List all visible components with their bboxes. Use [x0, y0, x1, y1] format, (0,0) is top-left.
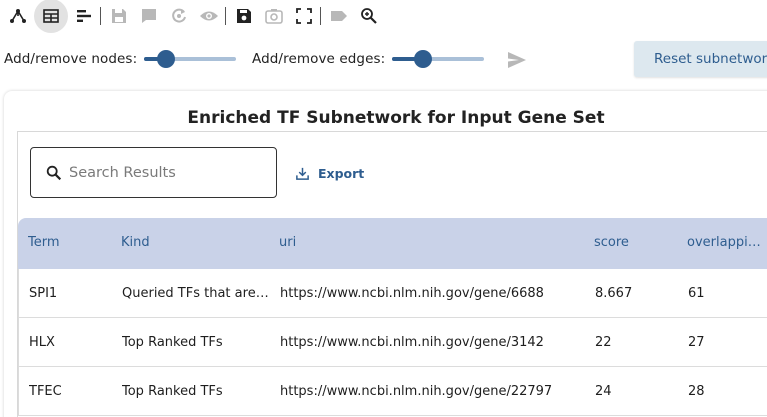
- cell-kind: Queried TFs that are also Top Ranked: [122, 286, 270, 301]
- nodes-slider-label: Add/remove nodes:: [4, 51, 138, 67]
- cell-score: 24: [595, 384, 612, 399]
- toolbar: [0, 0, 767, 33]
- fullscreen-icon: [296, 8, 312, 24]
- cell-uri[interactable]: https://www.ncbi.nlm.nih.gov/gene/22797: [280, 384, 580, 399]
- nodes-slider-thumb[interactable]: [157, 50, 176, 68]
- card-title: Enriched TF Subnetwork for Input Gene Se…: [187, 108, 605, 128]
- save-network-button[interactable]: [105, 2, 133, 30]
- reset-subnetwork-button[interactable]: Reset subnetwork: [634, 41, 767, 77]
- table-header: Term Kind uri score overlapping: [18, 218, 767, 269]
- refresh-icon: [172, 8, 186, 23]
- export-label: Export: [318, 166, 365, 181]
- cell-score: 8.667: [595, 286, 633, 301]
- cell-score: 22: [595, 335, 612, 350]
- table-icon: [43, 9, 59, 23]
- refresh-layout-button[interactable]: [165, 2, 193, 30]
- search-input[interactable]: [69, 164, 269, 181]
- toggle-labels-button[interactable]: [325, 2, 353, 30]
- zoom-icon: [361, 8, 377, 24]
- export-button[interactable]: Export: [295, 166, 364, 181]
- cell-overlapping: 61: [688, 286, 705, 301]
- column-header-overlapping[interactable]: overlapping: [687, 235, 761, 250]
- table-row[interactable]: SPI1 Queried TFs that are also Top Ranke…: [18, 269, 767, 318]
- toggle-visibility-button[interactable]: [195, 2, 223, 30]
- cell-uri[interactable]: https://www.ncbi.nlm.nih.gov/gene/3142: [280, 335, 580, 350]
- eye-icon: [200, 11, 218, 21]
- save-icon: [112, 9, 126, 23]
- network-view-button[interactable]: [4, 2, 32, 30]
- toolbar-divider: [225, 7, 226, 25]
- search-icon: [46, 165, 62, 180]
- send-icon[interactable]: [506, 49, 528, 71]
- edges-slider-label: Add/remove edges:: [252, 51, 386, 67]
- table-row[interactable]: HLX Top Ranked TFs https://www.ncbi.nlm.…: [18, 318, 767, 367]
- comment-icon: [142, 9, 156, 23]
- results-table: Term Kind uri score overlapping SPI1 Que…: [18, 218, 767, 416]
- zoom-button[interactable]: [355, 2, 383, 30]
- cell-term: SPI1: [29, 286, 58, 301]
- toolbar-divider: [320, 7, 321, 25]
- column-header-term[interactable]: Term: [28, 235, 108, 250]
- cell-overlapping: 27: [688, 335, 705, 350]
- bar-chart-view-button[interactable]: [70, 2, 98, 30]
- fullscreen-button[interactable]: [290, 2, 318, 30]
- download-icon: [296, 167, 309, 180]
- edges-slider[interactable]: [392, 57, 484, 61]
- toolbar-divider: [100, 7, 101, 25]
- subnetwork-controls: Add/remove nodes: Add/remove edges: Rese…: [0, 41, 767, 77]
- cell-term: HLX: [29, 335, 55, 350]
- search-box[interactable]: [30, 147, 277, 198]
- comment-button[interactable]: [135, 2, 163, 30]
- cell-overlapping: 28: [688, 384, 705, 399]
- column-header-score[interactable]: score: [594, 235, 674, 250]
- save-icon: [237, 9, 251, 23]
- table-view-button[interactable]: [34, 0, 68, 33]
- column-header-kind[interactable]: Kind: [121, 235, 269, 250]
- cell-kind: Top Ranked TFs: [122, 335, 223, 350]
- network-icon: [10, 9, 26, 23]
- cell-uri[interactable]: https://www.ncbi.nlm.nih.gov/gene/6688: [280, 286, 580, 301]
- camera-icon: [265, 9, 283, 24]
- column-header-uri[interactable]: uri: [279, 235, 579, 250]
- label-icon: [331, 11, 347, 21]
- save-image-button[interactable]: [230, 2, 258, 30]
- bar-chart-icon: [77, 10, 91, 22]
- cell-kind: Top Ranked TFs: [122, 384, 223, 399]
- edges-slider-thumb[interactable]: [414, 50, 433, 68]
- table-row[interactable]: TFEC Top Ranked TFs https://www.ncbi.nlm…: [18, 367, 767, 416]
- cell-term: TFEC: [29, 384, 62, 399]
- screenshot-button[interactable]: [260, 2, 288, 30]
